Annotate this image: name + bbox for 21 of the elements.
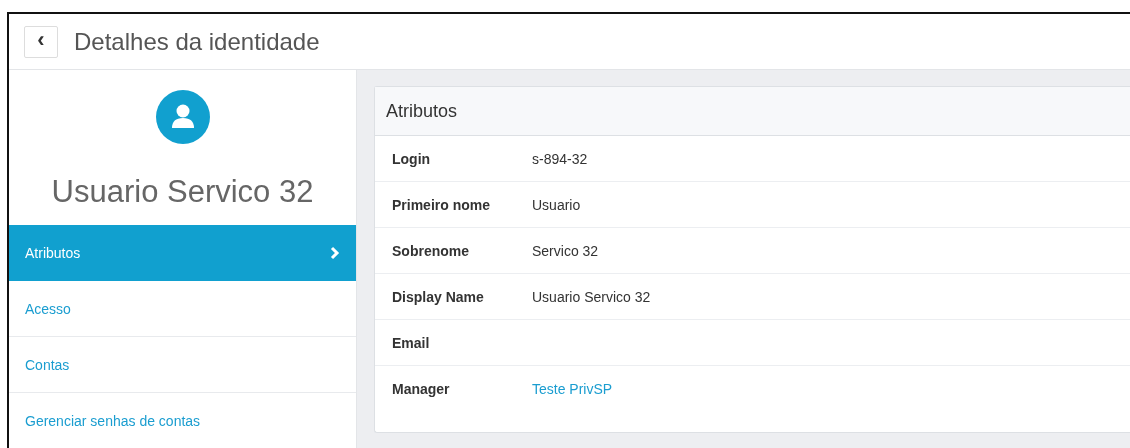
- page-title: Detalhes da identidade: [74, 27, 320, 56]
- attribute-value: Usuario Servico 32: [532, 288, 651, 305]
- sidebar-item[interactable]: Atributos: [9, 225, 356, 281]
- attribute-label: Login: [392, 150, 432, 167]
- attribute-value: Servico 32: [532, 242, 599, 259]
- attribute-value: Usuario: [532, 196, 581, 213]
- chevron-right-icon: [330, 245, 340, 260]
- attribute-label: Display Name: [392, 288, 485, 305]
- user-name: Usuario Servico 32: [50, 174, 315, 210]
- back-button[interactable]: ‹: [24, 25, 58, 58]
- sidebar-item[interactable]: Gerenciar senhas de contas: [9, 393, 356, 448]
- attribute-label: Primeiro nome: [392, 196, 492, 213]
- sidebar-item[interactable]: Acesso: [9, 281, 356, 337]
- user-avatar-icon: [155, 90, 210, 144]
- attribute-label: Sobrenome: [392, 242, 470, 259]
- attribute-label: Email: [392, 334, 431, 351]
- sidebar-item[interactable]: Contas: [9, 337, 356, 393]
- attribute-link[interactable]: Teste PrivSP: [532, 380, 613, 397]
- panel-title: Atributos: [375, 87, 1130, 136]
- attribute-label: Manager: [392, 380, 451, 397]
- attribute-value: s-894-32: [532, 150, 588, 167]
